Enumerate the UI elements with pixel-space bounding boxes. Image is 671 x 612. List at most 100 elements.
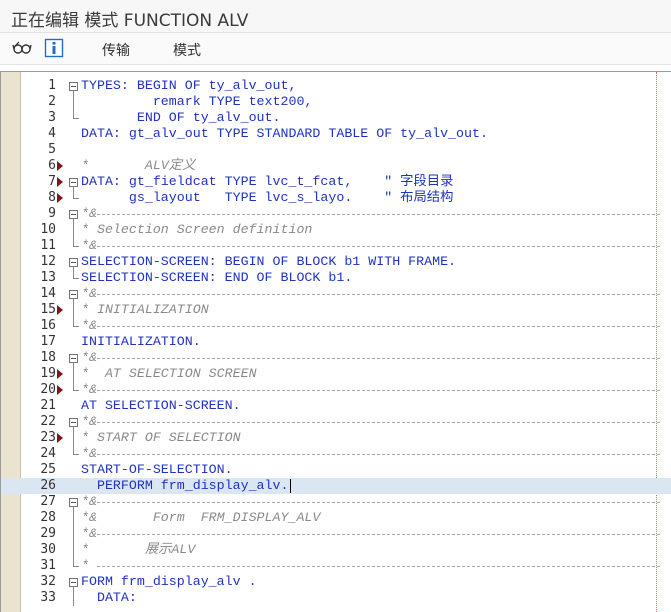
comment-separator-line <box>97 326 660 327</box>
line-number: 4 <box>48 126 56 141</box>
code-line[interactable]: 27 *& <box>1 494 671 510</box>
fold-toggle-icon[interactable] <box>69 290 78 299</box>
comment-separator-line <box>97 390 660 391</box>
fold-toggle-icon[interactable] <box>69 258 78 267</box>
fold-toggle-icon[interactable] <box>69 418 78 427</box>
code-line[interactable]: 21 AT SELECTION-SCREEN. <box>1 398 671 414</box>
code-line[interactable]: 33 DATA: <box>1 590 671 606</box>
fold-guide-end <box>73 198 79 199</box>
code-line[interactable]: 23 * START OF SELECTION <box>1 430 671 446</box>
line-number: 14 <box>40 286 56 301</box>
fold-toggle-icon[interactable] <box>69 578 78 587</box>
code-line[interactable]: 29 *& <box>1 526 671 542</box>
code-text: * ALV定义 <box>81 158 196 173</box>
code-line[interactable]: 25 START-OF-SELECTION. <box>1 462 671 478</box>
change-marker-icon <box>57 433 63 443</box>
fold-guide <box>73 94 74 110</box>
fold-guide-end <box>73 246 79 247</box>
code-text: DATA: gt_fieldcat TYPE lvc_t_fcat, " 字段目… <box>81 174 454 189</box>
fold-guide <box>73 366 74 382</box>
code-text: *& <box>81 206 97 221</box>
code-editor[interactable]: 1 TYPES: BEGIN OF ty_alv_out, 2 remark TYP… <box>0 71 671 612</box>
line-number: 2 <box>48 94 56 109</box>
change-marker-icon <box>57 177 63 187</box>
code-text: *& <box>81 238 97 253</box>
code-line[interactable]: 7 DATA: gt_fieldcat TYPE lvc_t_fcat, " 字段… <box>1 174 671 190</box>
line-number: 6 <box>48 158 56 173</box>
code-text: DATA: gt_alv_out TYPE STANDARD TABLE OF … <box>81 126 488 141</box>
window-title: 正在编辑 模式 FUNCTION ALV <box>11 11 249 31</box>
code-line[interactable]: 17 INITIALIZATION. <box>1 334 671 350</box>
code-line[interactable]: 6 * ALV定义 <box>1 158 671 174</box>
code-line[interactable]: 20 *& <box>1 382 671 398</box>
code-text: * <box>81 558 89 573</box>
code-text: * AT SELECTION SCREEN <box>81 366 257 381</box>
code-text: *& Form FRM_DISPLAY_ALV <box>81 510 321 525</box>
code-text: * START OF SELECTION <box>81 430 241 445</box>
code-text: PERFORM frm_display_alv. <box>81 478 289 493</box>
text-cursor <box>289 479 291 493</box>
line-number: 30 <box>40 542 56 557</box>
code-line[interactable]: 14 *& <box>1 286 671 302</box>
code-line[interactable]: 19 * AT SELECTION SCREEN <box>1 366 671 382</box>
code-text: remark TYPE text200, <box>81 94 313 109</box>
fold-guide-end <box>73 326 79 327</box>
code-line[interactable]: 1 TYPES: BEGIN OF ty_alv_out, <box>1 78 671 94</box>
code-line[interactable]: 9 *& <box>1 206 671 222</box>
line-number: 20 <box>40 382 56 397</box>
code-line[interactable]: 30 * 展示ALV <box>1 542 671 558</box>
code-line[interactable]: 18 *& <box>1 350 671 366</box>
fold-toggle-icon[interactable] <box>69 498 78 507</box>
line-number: 10 <box>40 222 56 237</box>
line-number: 26 <box>40 478 56 493</box>
code-text: SELECTION-SCREEN: BEGIN OF BLOCK b1 WITH… <box>81 254 457 269</box>
line-number: 23 <box>40 430 56 445</box>
code-text: *& <box>81 494 97 509</box>
code-text: *& <box>81 350 97 365</box>
line-number: 29 <box>40 526 56 541</box>
code-text: TYPES: BEGIN OF ty_alv_out, <box>81 78 297 93</box>
fold-toggle-icon[interactable] <box>69 178 78 187</box>
code-line[interactable]: 10 * Selection Screen definition <box>1 222 671 238</box>
code-line[interactable]: 8 gs_layout TYPE lvc_s_layo. " 布局结构 <box>1 190 671 206</box>
comment-separator-line <box>97 566 660 567</box>
glasses-icon[interactable] <box>12 38 32 58</box>
code-line[interactable]: 26 PERFORM frm_display_alv. <box>1 478 671 494</box>
code-line[interactable]: 4 DATA: gt_alv_out TYPE STANDARD TABLE OF… <box>1 126 671 142</box>
info-icon[interactable] <box>44 38 64 58</box>
comment-separator-line <box>97 534 660 535</box>
fold-toggle-icon[interactable] <box>69 354 78 363</box>
mode-button[interactable]: 模式 <box>173 40 201 60</box>
line-number: 25 <box>40 462 56 477</box>
code-line[interactable]: 28 *& Form FRM_DISPLAY_ALV <box>1 510 671 526</box>
code-line[interactable]: 3 END OF ty_alv_out. <box>1 110 671 126</box>
toolbar: 传输 模式 <box>0 33 671 65</box>
code-text: SELECTION-SCREEN: END OF BLOCK b1. <box>81 270 353 285</box>
comment-separator-line <box>97 294 660 295</box>
code-text: *& <box>81 286 97 301</box>
code-line[interactable]: 11 *& <box>1 238 671 254</box>
code-line[interactable]: 12 SELECTION-SCREEN: BEGIN OF BLOCK b1 WI… <box>1 254 671 270</box>
fold-guide-end <box>73 566 79 567</box>
code-line[interactable]: 32 FORM frm_display_alv . <box>1 574 671 590</box>
code-line[interactable]: 13 SELECTION-SCREEN: END OF BLOCK b1. <box>1 270 671 286</box>
code-line[interactable]: 24 *& <box>1 446 671 462</box>
line-number: 13 <box>40 270 56 285</box>
transport-button[interactable]: 传输 <box>102 40 130 60</box>
code-line[interactable]: 15 * INITIALIZATION <box>1 302 671 318</box>
code-line[interactable]: 2 remark TYPE text200, <box>1 94 671 110</box>
line-number: 3 <box>48 110 56 125</box>
line-number: 19 <box>40 366 56 381</box>
code-line[interactable]: 5 <box>1 142 671 158</box>
code-line[interactable]: 31 * <box>1 558 671 574</box>
code-text: END OF ty_alv_out. <box>81 110 281 125</box>
line-number: 33 <box>40 590 56 605</box>
code-line[interactable]: 16 *& <box>1 318 671 334</box>
fold-toggle-icon[interactable] <box>69 82 78 91</box>
code-line[interactable]: 22 *& <box>1 414 671 430</box>
code-text: INITIALIZATION. <box>81 334 201 349</box>
comment-separator-line <box>97 214 660 215</box>
comment-separator-line <box>97 502 660 503</box>
comment-separator-line <box>97 422 660 423</box>
fold-toggle-icon[interactable] <box>69 210 78 219</box>
